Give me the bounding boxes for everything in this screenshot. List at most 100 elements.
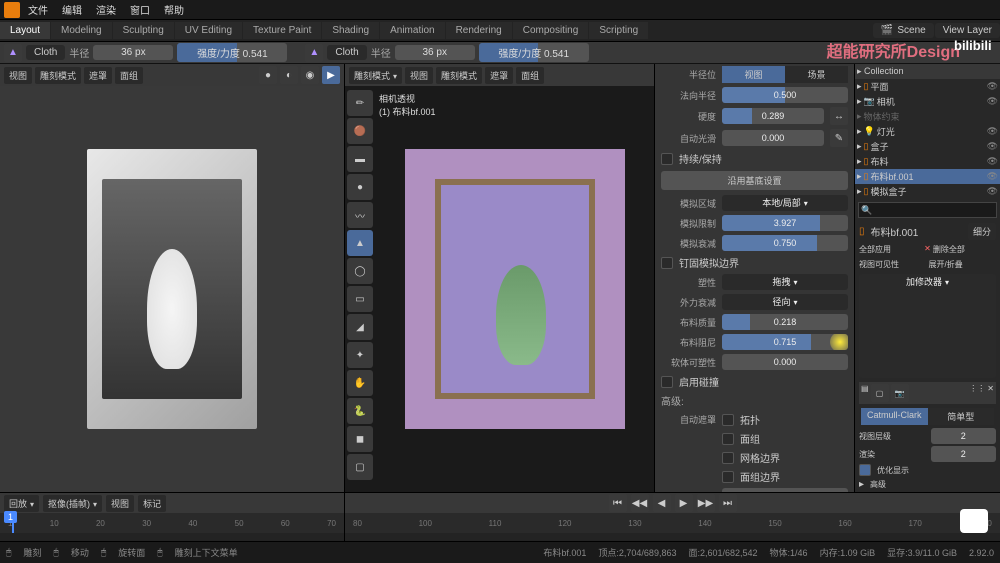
radius-slider[interactable]: 36 px [93,45,173,60]
sim-falloff-slider[interactable]: 0.750 [722,235,848,251]
soft-plast-slider[interactable]: 0.000 [722,354,848,370]
ws-tab-scripting[interactable]: Scripting [589,22,648,39]
menu-edit[interactable]: 编辑 [56,0,88,19]
mod-display-icon[interactable]: ▢ [871,384,889,402]
sculpt-mode-btn-2[interactable]: 雕刻模式 [436,67,482,84]
eye-icon[interactable]: 👁 [987,96,998,107]
tool-smooth-icon[interactable]: ◯ [347,258,373,284]
use-base-button[interactable]: 沿用基底设置 [661,171,848,190]
outliner-item[interactable]: ▸ 📷相机👁 [855,94,1000,109]
tool-layer-icon[interactable]: ▬ [347,146,373,172]
tl-marker-btn[interactable]: 标记 [138,495,166,512]
hardness-slider[interactable]: 0.289 [722,108,824,124]
jump-start-icon[interactable]: ⏮ [609,494,627,512]
play-forward-icon[interactable]: ▶ [675,494,693,512]
propagate-slider[interactable]: 1 [722,488,848,492]
timeline-track-left[interactable]: 110203040506070 [0,513,344,533]
automask-fgbound-checkbox[interactable] [722,471,734,483]
mod-simple[interactable]: 简单型 [928,408,995,425]
sim-limit-slider[interactable]: 3.927 [722,215,848,231]
tool-crease-icon[interactable]: 〰 [347,202,373,228]
pin-boundary-checkbox[interactable] [661,257,673,269]
delete-all-btn[interactable]: 删除全部 [933,244,996,255]
next-key-icon[interactable]: ▶▶ [697,494,715,512]
link-icon[interactable]: ↔ [830,107,848,125]
eye-icon[interactable]: 👁 [987,186,998,197]
ws-tab-modeling[interactable]: Modeling [51,22,112,39]
mod-render-icon[interactable]: 📷 [891,384,909,402]
cloth-mass-slider[interactable]: 0.218 [722,314,848,330]
eye-icon[interactable]: 👁 [987,156,998,167]
outliner-item[interactable]: ▸ ▯盒子👁 [855,139,1000,154]
mod-advanced-label[interactable]: 高级 [870,479,886,490]
ext-falloff-dropdown[interactable]: 径向 [722,294,848,310]
tool-grab-icon[interactable]: ✋ [347,370,373,396]
ws-tab-compositing[interactable]: Compositing [513,22,589,39]
add-modifier-dropdown[interactable]: 加修改器 [859,274,996,378]
outliner-item[interactable]: ▸ 物体约束 [855,109,1000,124]
automask-meshbound-checkbox[interactable] [722,452,734,464]
brush-selector-2[interactable]: Cloth [327,45,366,60]
brush-icon-2[interactable]: ▲ [305,44,323,62]
tool-flatten-icon[interactable]: ▭ [347,286,373,312]
ws-tab-uvediting[interactable]: UV Editing [175,22,242,39]
brush-selector[interactable]: Cloth [26,45,65,60]
eye-icon[interactable]: 👁 [987,126,998,137]
brush-icon[interactable]: ▲ [4,44,22,62]
tool-clay-icon[interactable]: 🟤 [347,118,373,144]
tl-view-btn[interactable]: 视图 [106,495,134,512]
persist-checkbox[interactable] [661,153,673,165]
ws-tab-sculpting[interactable]: Sculpting [113,22,174,39]
view-btn-2[interactable]: 视图 [405,67,433,84]
tool-scrape-icon[interactable]: ◢ [347,314,373,340]
menu-help[interactable]: 帮助 [158,0,190,19]
mod-catmull[interactable]: Catmull-Clark [861,408,928,425]
apply-all-btn[interactable]: 全部应用 [859,244,922,255]
render-lvl-slider[interactable]: 2 [931,446,997,462]
expand-btn[interactable]: 展开/折叠 [929,259,997,270]
outliner-item[interactable]: ▸ 💡灯光👁 [855,124,1000,139]
automask-facegroup-checkbox[interactable] [722,433,734,445]
close-icon[interactable]: ✕ [987,384,994,402]
ws-tab-shading[interactable]: Shading [322,22,379,39]
strength-slider[interactable]: 强度/力度 0.541 [177,43,287,62]
eye-icon[interactable]: 👁 [987,141,998,152]
sim-area-dropdown[interactable]: 本地/局部 [722,195,848,211]
optimize-checkbox[interactable] [859,464,871,476]
subdiv-btn[interactable]: 细分 [968,223,996,240]
tool-mask-icon[interactable]: ◼ [347,426,373,452]
ws-tab-animation[interactable]: Animation [380,22,444,39]
menu-render[interactable]: 渲染 [90,0,122,19]
automask-topo-checkbox[interactable] [722,414,734,426]
viewport-lvl-slider[interactable]: 2 [931,428,997,444]
prev-key-icon[interactable]: ◀◀ [631,494,649,512]
tool-pinch-icon[interactable]: ✦ [347,342,373,368]
tool-draw-icon[interactable]: ✏ [347,90,373,116]
eyedropper-icon[interactable]: ✎ [830,129,848,147]
normal-radius-slider[interactable]: 0.500 [722,87,848,103]
outliner-item[interactable]: ▸ ▯布料👁 [855,154,1000,169]
menu-window[interactable]: 窗口 [124,0,156,19]
shading-material-icon[interactable]: ◐ [280,66,298,84]
outliner-item[interactable]: ▸ ▯平面👁 [855,79,1000,94]
ws-tab-layout[interactable]: Layout [0,22,50,39]
tool-box-icon[interactable]: ▢ [347,454,373,480]
plasticity-dropdown[interactable]: 拖拽 [722,274,848,290]
tool-inflate-icon[interactable]: ● [347,174,373,200]
mid-viewport[interactable]: ✏ 🟤 ▬ ● 〰 ▲ ◯ ▭ ◢ ✦ ✋ 🐍 ◼ ▢ 相机透视 (1) 布料b… [345,86,654,492]
collection-header[interactable]: ▸ Collection [855,64,1000,79]
toggle-scene[interactable]: 场景 [785,66,848,83]
timeline-track-right[interactable]: 80100110120130140150160170180 [345,513,1000,533]
timeline-scrubber[interactable] [12,513,14,533]
cloth-damp-slider[interactable]: 0.715 [722,334,848,350]
facegroup-btn-2[interactable]: 面组 [516,67,544,84]
keying-dropdown[interactable]: 抠像(插帧) [43,495,102,512]
play-reverse-icon[interactable]: ◀ [653,494,671,512]
play-icon[interactable]: ▶ [322,66,340,84]
ws-tab-rendering[interactable]: Rendering [446,22,512,39]
view-btn[interactable]: 视图 [4,67,32,84]
tool-snake-icon[interactable]: 🐍 [347,398,373,424]
mask-btn-2[interactable]: 遮罩 [485,67,513,84]
strength-slider-2[interactable]: 强度/力度 0.541 [479,43,589,62]
sculpt-mode-dropdown[interactable]: 雕刻模式 [349,67,402,84]
